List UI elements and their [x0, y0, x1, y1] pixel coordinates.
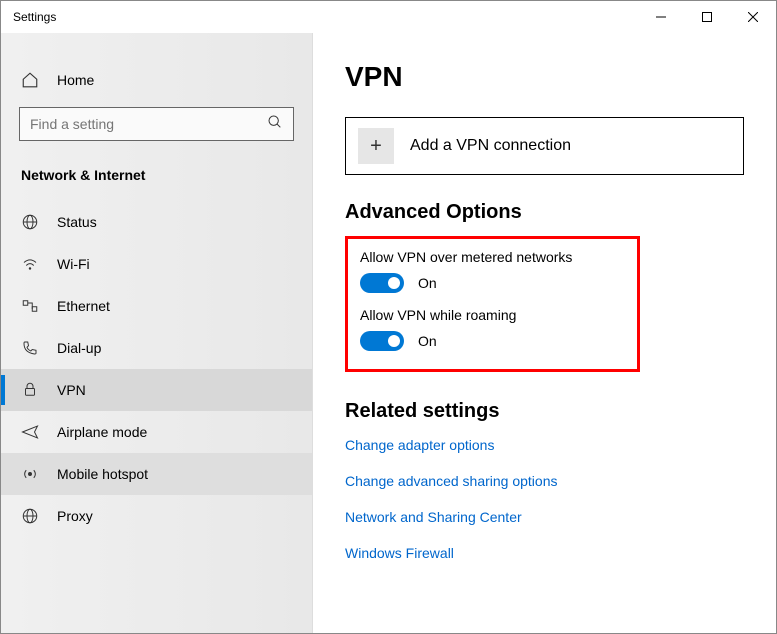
phone-icon: [21, 339, 39, 357]
home-label: Home: [57, 72, 94, 88]
link-windows-firewall[interactable]: Windows Firewall: [345, 545, 744, 561]
sidebar-item-label: Ethernet: [57, 298, 110, 314]
plus-icon: +: [358, 128, 394, 164]
add-vpn-button[interactable]: + Add a VPN connection: [345, 117, 744, 175]
airplane-icon: [21, 423, 39, 441]
wifi-icon: [21, 255, 39, 273]
sidebar-item-ethernet[interactable]: Ethernet: [1, 285, 312, 327]
sidebar-item-label: Dial-up: [57, 340, 101, 356]
ethernet-icon: [21, 297, 39, 315]
main-panel: VPN + Add a VPN connection Advanced Opti…: [313, 33, 776, 633]
titlebar: Settings: [1, 1, 776, 33]
minimize-button[interactable]: [638, 1, 684, 33]
link-adapter-options[interactable]: Change adapter options: [345, 437, 744, 453]
home-icon: [21, 71, 39, 89]
sidebar-item-dialup[interactable]: Dial-up: [1, 327, 312, 369]
window-controls: [638, 1, 776, 33]
page-title: VPN: [345, 61, 744, 93]
maximize-button[interactable]: [684, 1, 730, 33]
toggle-roaming: Allow VPN while roaming On: [360, 307, 625, 351]
hotspot-icon: [21, 465, 39, 483]
window-title: Settings: [13, 10, 638, 24]
link-sharing-options[interactable]: Change advanced sharing options: [345, 473, 744, 489]
sidebar-item-hotspot[interactable]: Mobile hotspot: [1, 453, 312, 495]
related-links: Change adapter options Change advanced s…: [345, 437, 744, 561]
sidebar-item-status[interactable]: Status: [1, 201, 312, 243]
sidebar-item-label: VPN: [57, 382, 86, 398]
nav-list: Status Wi-Fi Ethernet Dial-up VPN Airpla…: [1, 201, 312, 537]
add-vpn-label: Add a VPN connection: [410, 137, 571, 155]
sidebar-item-airplane[interactable]: Airplane mode: [1, 411, 312, 453]
advanced-options-header: Advanced Options: [345, 201, 744, 224]
sidebar-item-label: Wi-Fi: [57, 256, 90, 272]
sidebar: Home Network & Internet Status Wi-Fi Eth…: [1, 33, 313, 633]
toggle-roaming-switch[interactable]: [360, 331, 404, 351]
sidebar-item-wifi[interactable]: Wi-Fi: [1, 243, 312, 285]
toggle-roaming-label: Allow VPN while roaming: [360, 307, 625, 323]
close-button[interactable]: [730, 1, 776, 33]
toggle-metered-label: Allow VPN over metered networks: [360, 249, 625, 265]
link-network-center[interactable]: Network and Sharing Center: [345, 509, 744, 525]
sidebar-item-label: Mobile hotspot: [57, 466, 148, 482]
search-icon: [267, 114, 283, 135]
search-box[interactable]: [19, 107, 294, 141]
toggle-metered-state: On: [418, 275, 437, 291]
category-header: Network & Internet: [1, 159, 312, 201]
toggle-roaming-state: On: [418, 333, 437, 349]
toggle-metered: Allow VPN over metered networks On: [360, 249, 625, 293]
sidebar-item-label: Status: [57, 214, 97, 230]
vpn-icon: [21, 381, 39, 399]
toggle-metered-switch[interactable]: [360, 273, 404, 293]
sidebar-item-label: Airplane mode: [57, 424, 147, 440]
related-settings-header: Related settings: [345, 400, 744, 423]
sidebar-item-proxy[interactable]: Proxy: [1, 495, 312, 537]
sidebar-item-vpn[interactable]: VPN: [1, 369, 312, 411]
highlight-box: Allow VPN over metered networks On Allow…: [345, 236, 640, 372]
sidebar-item-label: Proxy: [57, 508, 93, 524]
proxy-icon: [21, 507, 39, 525]
globe-icon: [21, 213, 39, 231]
home-link[interactable]: Home: [1, 63, 312, 97]
search-input[interactable]: [30, 116, 267, 132]
